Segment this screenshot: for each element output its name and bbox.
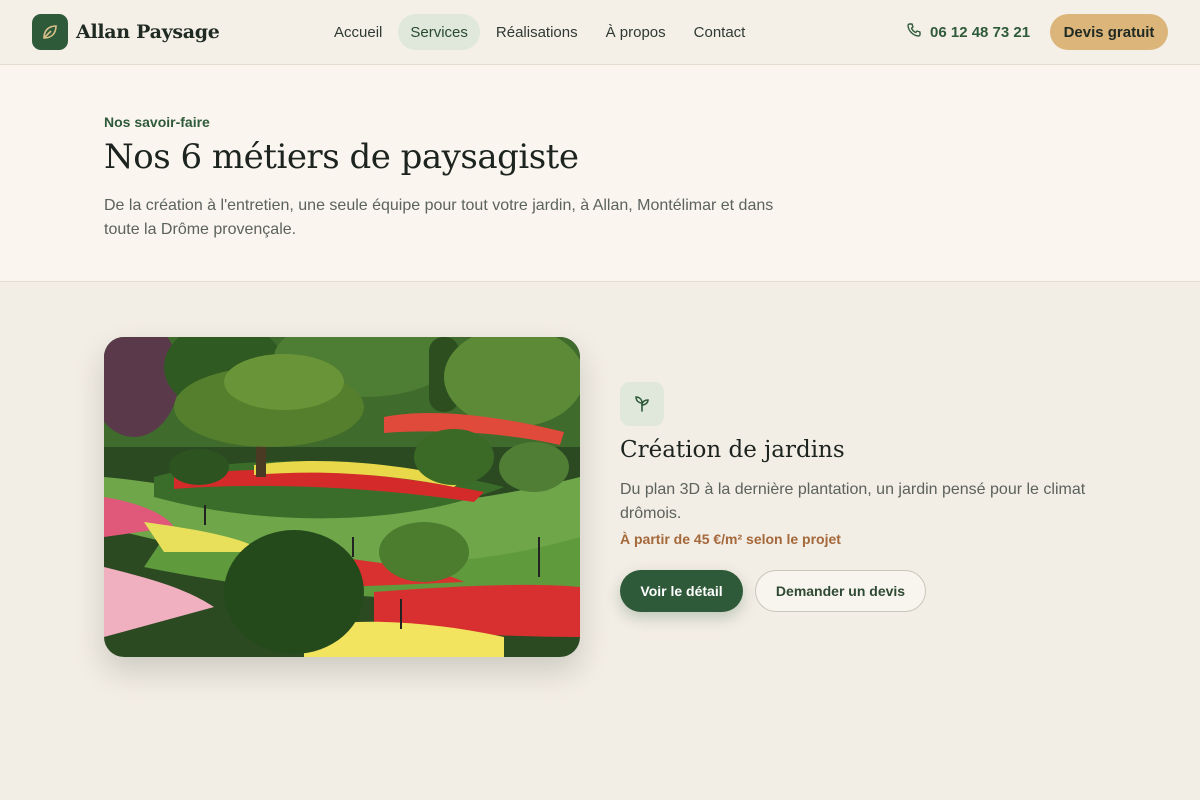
nav-item-accueil[interactable]: Accueil: [322, 14, 394, 50]
view-detail-button[interactable]: Voir le détail: [620, 570, 743, 612]
free-quote-button[interactable]: Devis gratuit: [1050, 14, 1168, 50]
garden-photo: [104, 337, 580, 657]
brand-logo-link[interactable]: Allan Paysage: [32, 14, 220, 50]
main-nav: Accueil Services Réalisations À propos C…: [322, 14, 757, 50]
hero-subtitle: De la création à l'entretien, une seule …: [104, 197, 774, 238]
hero-section: Nos savoir-faire Nos 6 métiers de paysag…: [0, 65, 1200, 282]
service-price: À partir de 45 €/m² selon le projet: [620, 531, 841, 547]
page-title: Nos 6 métiers de paysagiste: [104, 137, 579, 177]
brand-name: Allan Paysage: [76, 21, 220, 43]
service-title: Création de jardins: [620, 437, 845, 463]
hero-eyebrow: Nos savoir-faire: [104, 114, 210, 130]
nav-item-realisations[interactable]: Réalisations: [484, 14, 590, 50]
site-header: Allan Paysage Accueil Services Réalisati…: [0, 0, 1200, 65]
phone-number: 06 12 48 73 21: [930, 23, 1031, 41]
nav-item-services[interactable]: Services: [398, 14, 480, 50]
service-description: Du plan 3D à la dernière plantation, un …: [620, 481, 1086, 522]
nav-item-a-propos[interactable]: À propos: [594, 14, 678, 50]
sprout-icon: [620, 382, 664, 426]
nav-item-contact[interactable]: Contact: [682, 14, 758, 50]
phone-icon: [906, 22, 922, 42]
phone-link[interactable]: 06 12 48 73 21: [906, 14, 1030, 50]
request-quote-button[interactable]: Demander un devis: [755, 570, 926, 612]
leaf-icon: [32, 14, 68, 50]
